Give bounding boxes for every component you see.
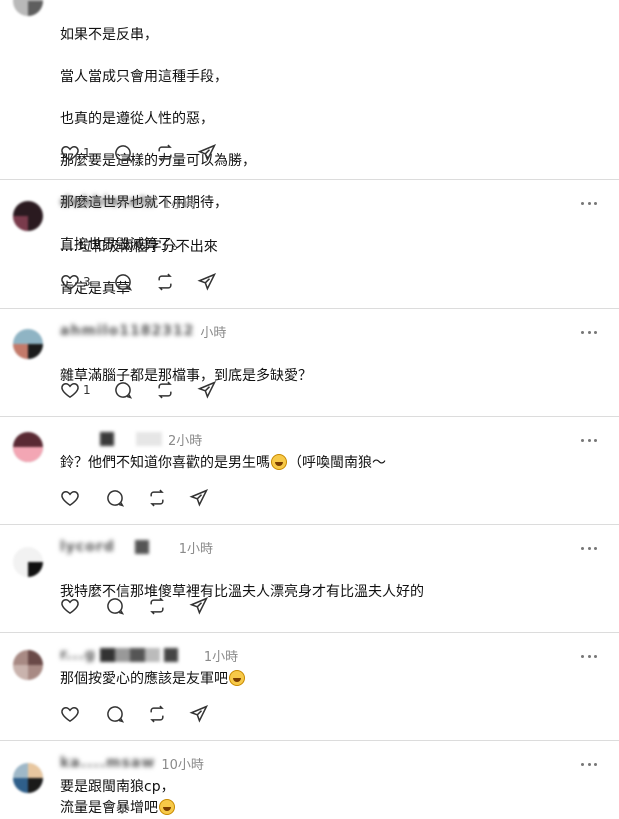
post-6: r...g 1小時 那個按愛心的應該是友軍吧 [0,633,619,741]
post-7: ka....msaw 10小時 要是跟閩南狼cp， 流量是會暴增吧 [0,741,619,816]
action-bar [60,595,231,617]
redacted-block [136,432,162,446]
post-text: 要是跟閩南狼cp， 流量是會暴增吧 [60,779,175,816]
heart-icon [61,145,79,161]
comment-button[interactable] [105,596,125,616]
share-icon [197,273,216,291]
avatar[interactable] [13,0,43,16]
more-icon[interactable] [581,761,597,767]
timestamp: 1小時 [203,649,239,665]
repost-button[interactable] [147,596,167,616]
like-button[interactable]: 3 [60,272,91,292]
username[interactable]: lycord [60,539,115,555]
comment-icon [114,145,132,162]
like-count: 1 [83,146,91,160]
repost-icon [157,381,172,399]
share-button[interactable] [197,272,217,292]
post-4: 2小時 鈴？他們不知道你喜歡的是男生嗎 （呼喚閩南狼～ [0,417,619,525]
post-1: 如果不是反串， 當人當成只會用這種手段， 也真的是遵從人性的惡， 那麼要是這樣的… [0,0,619,253]
share-button[interactable] [197,380,217,400]
repost-button[interactable] [155,380,175,400]
action-bar [60,487,231,509]
laughing-emoji [229,670,245,686]
avatar[interactable] [13,329,43,359]
timestamp: 2小時 [168,433,203,449]
redacted-block [134,540,149,554]
comment-icon [107,598,125,615]
comment-icon [114,274,132,291]
comment-icon [114,382,132,399]
repost-icon [150,489,164,507]
avatar[interactable] [13,201,43,231]
post-text: 那個按愛心的應該是友軍吧 [60,669,246,690]
repost-icon [150,705,164,723]
action-bar [60,703,231,725]
comment-icon [107,706,125,723]
action-bar: 1 [60,142,239,164]
share-button[interactable] [189,704,209,724]
comment-icon [107,490,125,507]
comment-button[interactable] [113,272,133,292]
like-button[interactable] [60,488,83,508]
repost-button[interactable] [147,704,167,724]
username[interactable]: debbiecats [60,194,157,210]
more-icon[interactable] [581,200,597,206]
heart-icon [61,598,79,614]
avatar[interactable] [13,432,43,462]
heart-icon [61,274,79,290]
comment-button[interactable] [105,704,125,724]
avatar[interactable] [13,763,43,793]
redacted-block [100,432,114,446]
timestamp: 小時 [200,325,227,341]
repost-icon [150,597,164,615]
laughing-emoji [271,454,287,470]
timestamp: 1小時 [162,196,197,212]
repost-button[interactable] [155,143,175,163]
like-count: 1 [83,383,91,397]
repost-button[interactable] [155,272,175,292]
timestamp: 1小時 [178,541,214,557]
post-2: debbiecats 1小時 ....垃和圾兩個字分不出來 肯定是真草 3 [0,180,619,309]
share-icon [189,705,209,723]
more-icon[interactable] [581,437,597,443]
repost-button[interactable] [147,488,167,508]
like-button[interactable]: 1 [60,380,91,400]
share-icon [197,381,216,399]
post-3: ahmilo1182312 小時 雜草滿腦子都是那檔事，到底是多缺愛？ 1 [0,309,619,417]
avatar[interactable] [13,547,43,577]
post-5: lycord 1小時 我特麼不信那堆傻草裡有比溫夫人漂亮身才有比溫夫人好的 [0,525,619,633]
username[interactable]: r...g [60,647,96,663]
redacted-block [99,648,160,662]
heart-icon [61,706,79,722]
like-count: 3 [83,275,91,289]
redacted-block [163,648,178,662]
repost-icon [157,144,172,162]
heart-icon [61,382,79,398]
username[interactable]: ahmilo1182312 [60,323,194,339]
avatar[interactable] [13,650,43,680]
share-button[interactable] [189,596,209,616]
more-icon[interactable] [581,545,597,551]
more-icon[interactable] [581,653,597,659]
post-text: 鈴？他們不知道你喜歡的是男生嗎 （呼喚閩南狼～ [60,454,386,471]
username[interactable]: ka....msaw [60,755,155,771]
share-button[interactable] [197,143,217,163]
smiling-emoji [159,799,175,815]
share-icon [189,489,209,507]
like-button[interactable] [60,596,83,616]
action-bar: 1 [60,379,239,401]
timestamp: 10小時 [161,757,204,773]
like-button[interactable]: 1 [60,143,91,163]
action-bar: 3 [60,271,239,293]
share-button[interactable] [189,488,209,508]
share-icon [197,144,216,162]
like-button[interactable] [60,704,83,724]
comment-button[interactable] [113,380,133,400]
comment-button[interactable] [113,143,133,163]
repost-icon [157,273,172,291]
more-icon[interactable] [581,329,597,335]
share-icon [189,597,209,615]
heart-icon [61,490,79,506]
comment-button[interactable] [105,488,125,508]
